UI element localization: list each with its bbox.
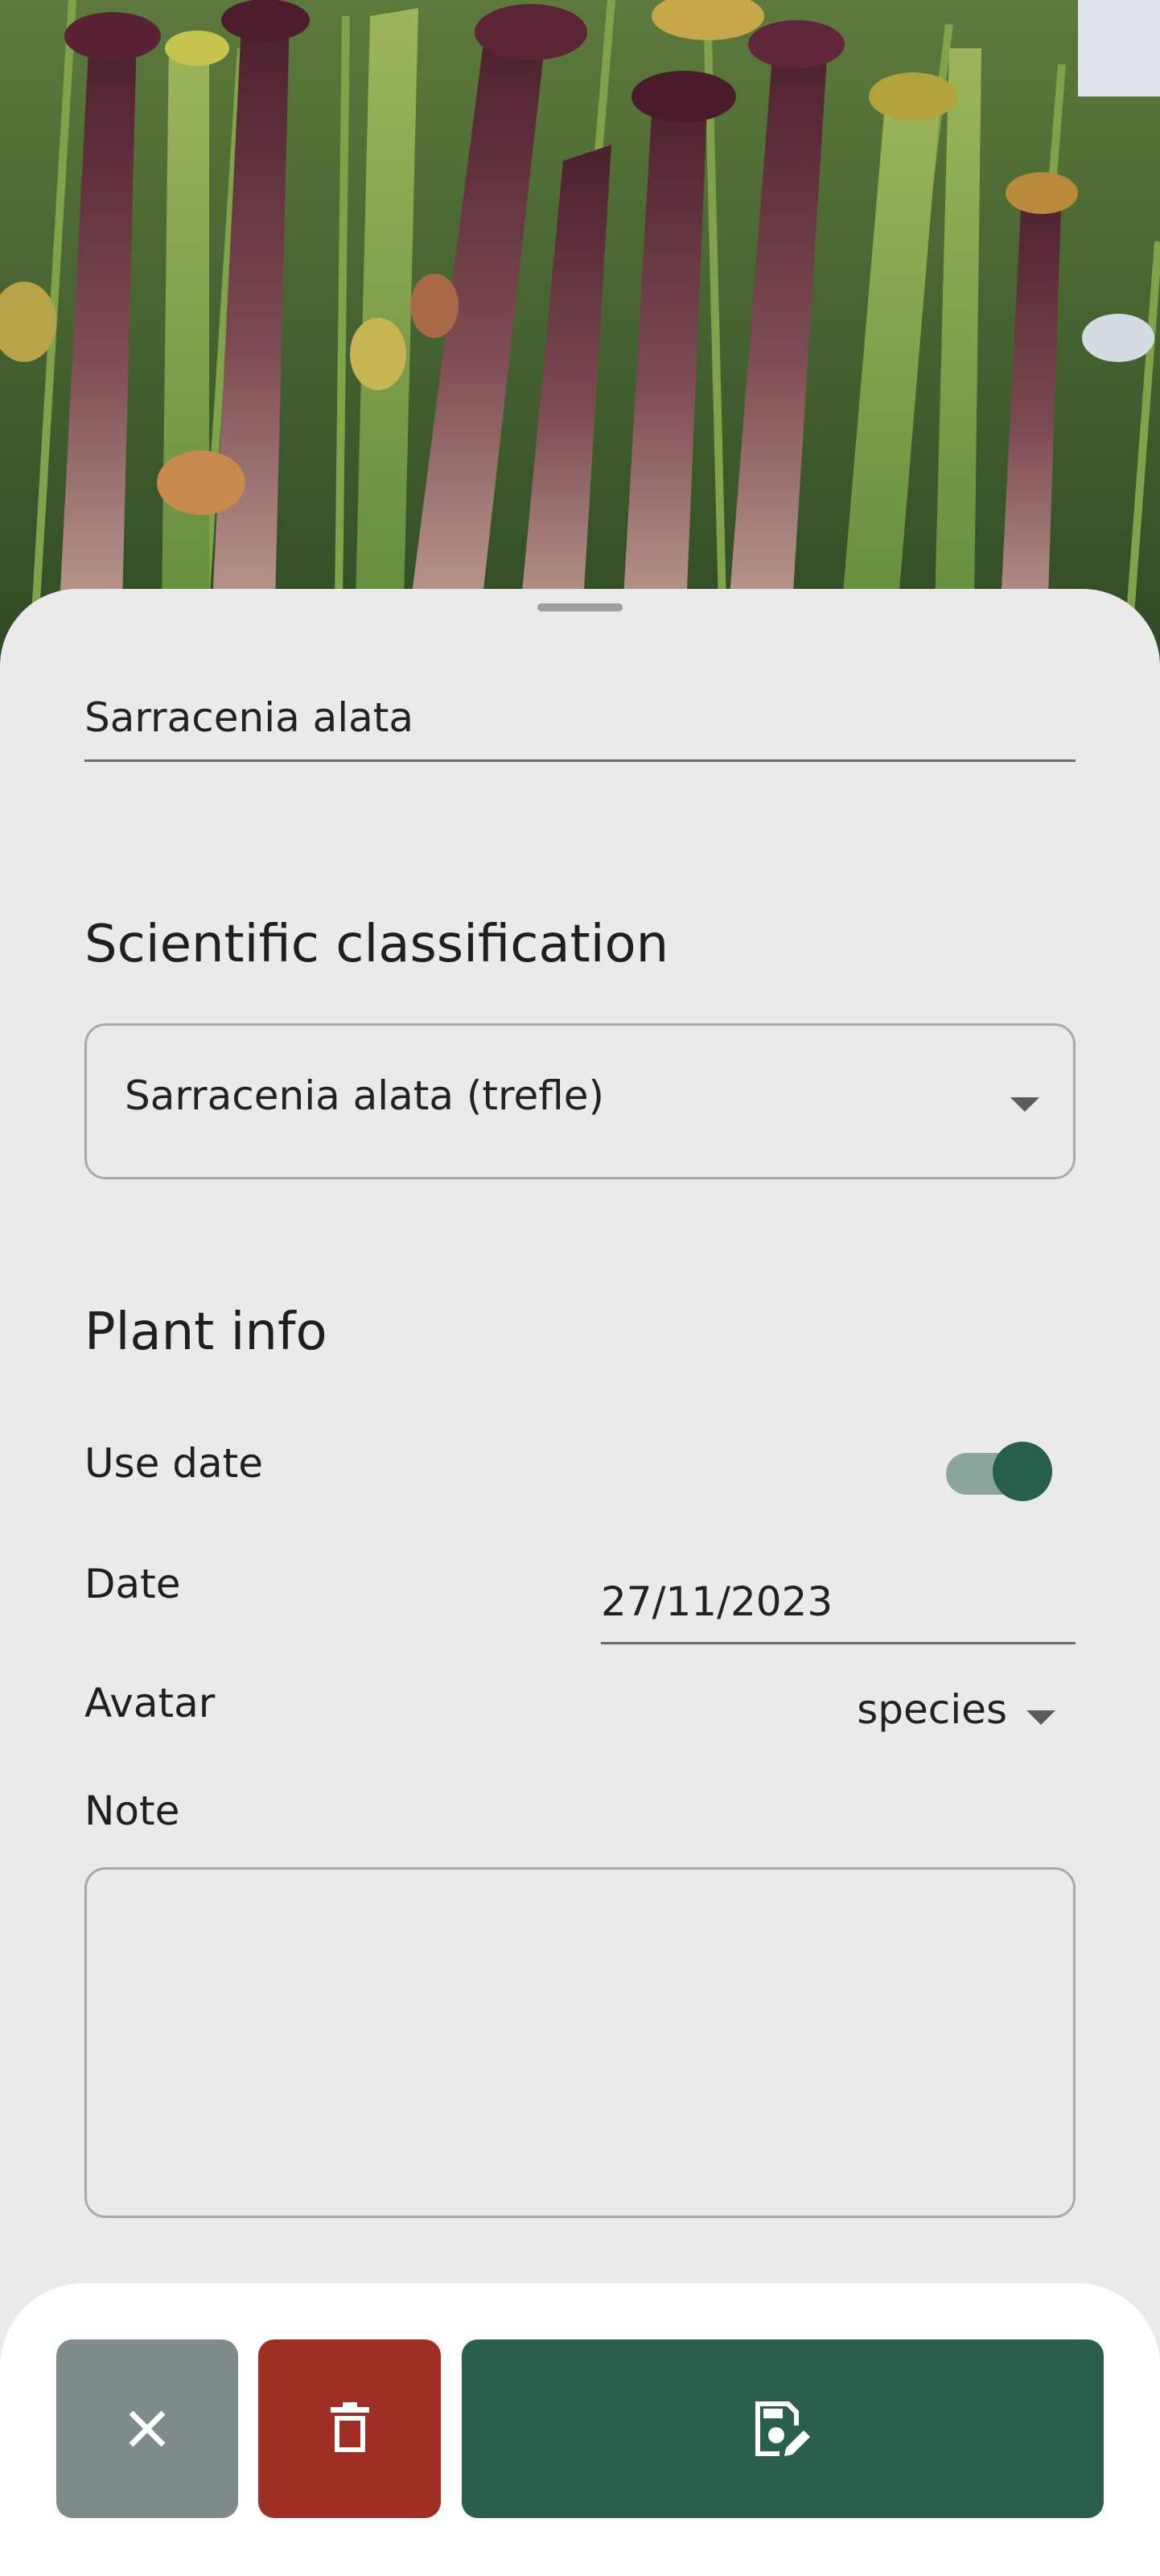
plant-name-input[interactable] xyxy=(84,685,1076,750)
edit-plant-sheet: Scientific classification Sarracenia ala… xyxy=(0,589,1160,2576)
plant-photo xyxy=(0,0,1160,668)
avatar-label: Avatar xyxy=(84,1680,216,1726)
avatar-select-value: species xyxy=(857,1686,1007,1733)
classification-select-value: Sarracenia alata (trefle) xyxy=(125,1072,605,1119)
classification-select[interactable]: Sarracenia alata (trefle) xyxy=(84,1023,1076,1179)
save-button[interactable] xyxy=(462,2339,1104,2518)
date-field[interactable]: 27/11/2023 xyxy=(601,1564,1076,1644)
plant-name-field[interactable] xyxy=(84,685,1076,762)
use-date-toggle[interactable] xyxy=(941,1436,1054,1501)
cancel-button[interactable] xyxy=(56,2339,238,2518)
chevron-down-icon xyxy=(1010,1097,1039,1112)
delete-button[interactable] xyxy=(258,2339,441,2518)
trash-icon xyxy=(330,2402,369,2452)
note-field[interactable] xyxy=(84,1867,1076,2218)
action-bar xyxy=(0,2283,1160,2576)
date-label: Date xyxy=(84,1561,181,1607)
drag-handle[interactable] xyxy=(537,603,623,611)
plant-info-title: Plant info xyxy=(84,1302,327,1362)
chevron-down-icon xyxy=(1026,1710,1055,1725)
use-date-label: Use date xyxy=(84,1440,264,1487)
date-value: 27/11/2023 xyxy=(601,1578,833,1625)
note-textarea[interactable] xyxy=(87,1870,1073,2216)
save-edit-icon xyxy=(755,2401,810,2456)
close-icon xyxy=(129,2410,166,2447)
scientific-classification-title: Scientific classification xyxy=(84,915,669,974)
avatar-select[interactable]: species xyxy=(837,1675,1078,1755)
toggle-thumb xyxy=(993,1442,1052,1501)
note-label: Note xyxy=(84,1788,180,1834)
